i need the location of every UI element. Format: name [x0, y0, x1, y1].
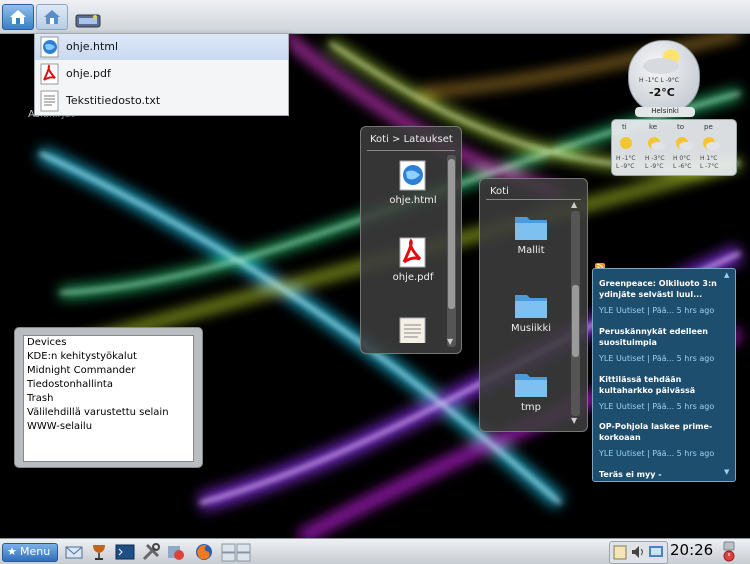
device-notifier-icon[interactable]	[75, 12, 101, 29]
list-item[interactable]: Trash	[24, 392, 193, 406]
pdf-file-icon	[40, 63, 59, 85]
scroll-down-icon[interactable]: ▼	[571, 416, 577, 425]
home-folder-button[interactable]	[2, 4, 34, 30]
clock[interactable]: 20:26	[670, 541, 713, 559]
weather-globe[interactable]: H -1°C L -9°C -2°C	[628, 40, 700, 114]
folder-view-downloads: Koti > Lataukset ohje.html ohje.pdf ▼	[360, 126, 462, 354]
news-item[interactable]: Kittilässä tehdään kultaharkko päivässä …	[599, 374, 721, 411]
system-tray	[609, 541, 668, 564]
bottom-panel: ★ Menu 20:26	[0, 538, 750, 564]
network-icon[interactable]	[648, 544, 664, 560]
home-icon	[44, 10, 60, 24]
list-item[interactable]: Välilehdillä varustettu selain	[24, 406, 193, 420]
panel-controls[interactable]	[723, 541, 735, 562]
list-item[interactable]: Tiedostonhallinta	[24, 378, 193, 392]
menu-item-ohje-html[interactable]: ohje.html	[35, 34, 288, 60]
clipboard-icon[interactable]	[612, 544, 628, 560]
html-file-icon	[399, 160, 426, 191]
quicklaunch-panel: Devices KDE:n kehitystyökalut Midnight C…	[14, 327, 203, 468]
news-item[interactable]: OP-Pohjola laskee prime-korkoaan YLE Uut…	[599, 421, 721, 458]
scroll-down-icon[interactable]: ▼	[447, 337, 453, 346]
firefox-icon[interactable]	[194, 542, 214, 562]
current-temperature: -2°C	[649, 86, 675, 99]
scroll-down-icon[interactable]: ▼	[724, 468, 729, 476]
weather-forecast[interactable]: ti ke to pe H -1°C L -9°C H -3°C L -9°C H …	[611, 119, 737, 176]
scroll-up-icon[interactable]: ▲	[724, 271, 729, 279]
chalice-icon[interactable]	[89, 542, 109, 562]
scrollbar-thumb[interactable]	[572, 285, 579, 357]
folder-icon	[515, 217, 547, 240]
text-file-icon	[40, 90, 59, 112]
terminal-icon[interactable]	[115, 542, 135, 562]
scrollbar[interactable]	[447, 155, 456, 347]
mail-icon[interactable]	[64, 542, 84, 562]
menu-item-tekstitiedosto[interactable]: Tekstitiedosto.txt	[35, 88, 288, 114]
menu-button[interactable]: ★ Menu	[2, 543, 58, 562]
scrollbar[interactable]	[571, 211, 580, 416]
top-panel	[0, 0, 750, 34]
app-list: Devices KDE:n kehitystyökalut Midnight C…	[23, 335, 194, 462]
home-icon	[10, 10, 26, 24]
folder-view-home: Koti Mallit Musiikki tmp ▲ ▼	[479, 178, 588, 432]
folder-view-title: Koti > Lataukset	[370, 134, 453, 145]
menu-item-ohje-pdf[interactable]: ohje.pdf	[35, 61, 288, 87]
recent-files-menu: ohje.html ohje.pdf Tekstitiedosto.txt	[34, 33, 289, 116]
folder-icon	[515, 374, 547, 397]
file-text[interactable]	[373, 317, 453, 343]
news-feed: Greenpeace: Olkiluoto 3:n ydinjäte selvä…	[592, 268, 736, 482]
scroll-up-icon[interactable]: ▲	[571, 200, 577, 209]
folder-mallit[interactable]: Mallit	[491, 212, 571, 256]
news-item[interactable]: Teräs ei myy -	[599, 469, 721, 480]
list-item[interactable]: Midnight Commander	[24, 364, 193, 378]
volume-icon[interactable]	[630, 544, 646, 560]
list-item[interactable]: WWW-selailu	[24, 420, 193, 434]
forecast-sun-icons	[620, 137, 720, 150]
cloudy-night-icon	[643, 49, 679, 74]
weather-city: Helsinki	[635, 107, 695, 117]
list-item[interactable]: Devices	[24, 336, 193, 350]
news-item[interactable]: Peruskännykät edelleen suosituimpia YLE …	[599, 326, 721, 363]
star-icon: ★	[7, 545, 17, 558]
folder-view-title: Koti	[490, 186, 509, 197]
html-file-icon	[40, 36, 59, 58]
file-ohje-html[interactable]: ohje.html	[373, 160, 453, 206]
pdf-file-icon	[399, 237, 426, 268]
home-folder-button-2[interactable]	[36, 4, 68, 30]
folder-tmp[interactable]: tmp	[491, 369, 571, 413]
system-settings-icon[interactable]	[166, 542, 186, 562]
scrollbar-thumb[interactable]	[448, 159, 455, 309]
news-item[interactable]: Greenpeace: Olkiluoto 3:n ydinjäte selvä…	[599, 278, 721, 315]
folder-icon	[515, 295, 547, 318]
text-file-icon	[399, 317, 426, 343]
file-ohje-pdf[interactable]: ohje.pdf	[373, 237, 453, 283]
pager-icon[interactable]	[221, 542, 251, 562]
tools-icon[interactable]	[141, 542, 161, 562]
list-item[interactable]: KDE:n kehitystyökalut	[24, 350, 193, 364]
folder-musiikki[interactable]: Musiikki	[491, 290, 571, 334]
